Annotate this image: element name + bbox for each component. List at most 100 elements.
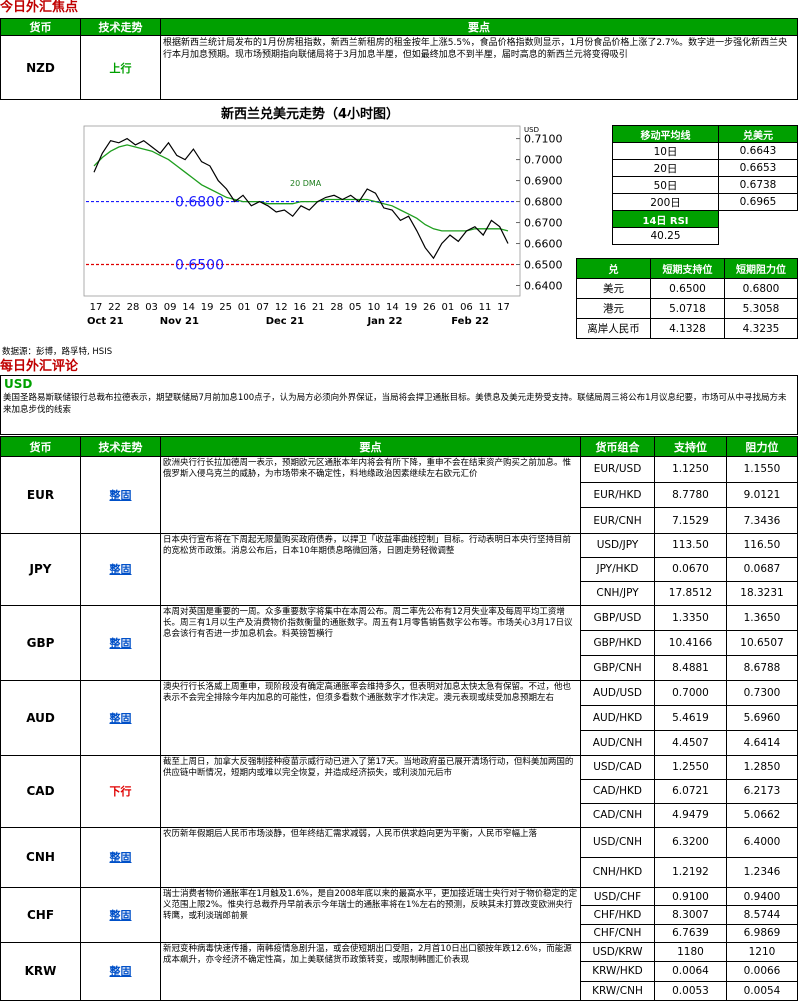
- resistance-cell: 8.5744: [726, 905, 798, 925]
- support-cell: 17.8512: [654, 580, 727, 606]
- pair-cell: GBP/CNH: [580, 654, 655, 681]
- currency-cell: AUD: [0, 679, 81, 756]
- pair-cell: CHF/CNH: [580, 923, 655, 943]
- sr-row-currency: 美元: [576, 278, 651, 299]
- x-month-label: Nov 21: [160, 316, 199, 327]
- y-tick-label: 0.6800: [524, 196, 563, 209]
- x-tick-label: 01: [442, 302, 455, 313]
- y-tick-label: 0.7000: [524, 154, 563, 167]
- x-tick-label: 05: [349, 302, 362, 313]
- currency-cell: KRW: [0, 941, 81, 1001]
- pair-cell: EUR/USD: [580, 456, 655, 483]
- trend-cell: 整固: [80, 679, 161, 756]
- comment-section-title: 每日外汇评论: [0, 359, 79, 374]
- resistance-cell: 8.6788: [726, 654, 798, 681]
- header-points: 要点: [160, 436, 581, 457]
- x-tick-label: 09: [164, 302, 177, 313]
- support-cell: 0.0670: [654, 556, 727, 582]
- support-cell: 8.3007: [654, 905, 727, 925]
- pair-cell: CAD/CNH: [580, 802, 655, 828]
- support-cell: 4.9479: [654, 802, 727, 828]
- x-month-label: Dec 21: [266, 316, 304, 327]
- support-cell: 10.4166: [654, 629, 727, 656]
- sr-row-support: 4.1328: [650, 318, 725, 339]
- table-row: CHF 整固 瑞士消费者物价通胀率在1月触及1.6%，是自2008年底以来的最高水平…: [0, 886, 798, 943]
- sr-header-vs: 兑: [576, 258, 651, 279]
- support-cell: 8.4881: [654, 654, 727, 681]
- resistance-cell: 116.50: [726, 532, 798, 558]
- usd-box: USD 美国圣路易斯联储银行总裁布拉德表示，期望联储局7月前加息100点子，认为…: [0, 375, 798, 435]
- support-cell: 1.1250: [654, 456, 727, 483]
- ma-row-value: 0.6965: [718, 193, 798, 211]
- y-tick-label: 0.6400: [524, 280, 563, 293]
- currency-cell: JPY: [0, 532, 81, 606]
- support-cell: 5.4619: [654, 704, 727, 731]
- pair-cell: AUD/CNH: [580, 729, 655, 756]
- resistance-cell: 7.3436: [726, 507, 798, 534]
- points-cell: 澳央行行长洛威上周重申，现阶段没有确定高通胀率会维持多久，但表明对加息太快太急有…: [160, 679, 581, 756]
- table-row: CAD 下行 截至上周日，加拿大反强制接种疫苗示威行动已进入了第17天。当地政府虽已…: [0, 754, 798, 828]
- ma-header-label: 移动平均线: [612, 125, 719, 143]
- chart-svg: 新西兰兑美元走势（4小时图） USD 0.71000.70000.69000.6…: [83, 106, 563, 327]
- x-tick-label: 16: [293, 302, 306, 313]
- pair-cell: GBP/HKD: [580, 629, 655, 656]
- x-tick-label: 21: [312, 302, 325, 313]
- rsi-value: 40.25: [612, 227, 719, 245]
- pair-cell: USD/JPY: [580, 532, 655, 558]
- x-month-label: Oct 21: [87, 316, 124, 327]
- support-cell: 4.4507: [654, 729, 727, 756]
- nzd-usd-chart: 新西兰兑美元走势（4小时图） USD 0.7100 0.7000 0.6900 0.6…: [80, 98, 580, 330]
- chart-source: 数据源：彭博，路孚特, HSIS: [2, 347, 113, 357]
- sr-header-support: 短期支持位: [650, 258, 725, 279]
- header-resistance: 阻力位: [726, 436, 798, 457]
- resistance-cell: 1.2850: [726, 754, 798, 780]
- resistance-cell: 5.0662: [726, 802, 798, 828]
- resistance-cell: 6.9869: [726, 923, 798, 943]
- resistance-cell: 9.0121: [726, 481, 798, 509]
- table-row: KRW 整固 新冠变种病毒快速传播，南韩疫情急剧升温，或会使短期出口受阻，2月首10…: [0, 941, 798, 1001]
- x-tick-label: 10: [367, 302, 380, 313]
- ma-row-value: 0.6738: [718, 176, 798, 194]
- x-tick-label: 28: [330, 302, 343, 313]
- resistance-cell: 1.3650: [726, 604, 798, 631]
- x-tick-label: 14: [386, 302, 399, 313]
- x-tick-label: 07: [256, 302, 269, 313]
- sr-header-resistance: 短期阻力位: [724, 258, 798, 279]
- table-row: GBP 整固 本周对英国是重要的一周。众多重要数字将集中在本周公布。周二率先公布有1…: [0, 604, 798, 681]
- moving-average-table: 移动平均线 兑美元 10日 0.6643 20日 0.6653 50日 0.6738 …: [612, 125, 798, 245]
- sr-row-currency: 港元: [576, 298, 651, 319]
- header-trend: 技术走势: [80, 18, 161, 36]
- header-currency: 货币: [0, 18, 81, 36]
- points-cell: 本周对英国是重要的一周。众多重要数字将集中在本周公布。周二率先公布有12月失业率…: [160, 604, 581, 681]
- resistance-cell: 0.0687: [726, 556, 798, 582]
- pair-cell: CNH/HKD: [580, 856, 655, 888]
- header-currency: 货币: [0, 436, 81, 457]
- x-tick-label: 17: [497, 302, 510, 313]
- ma-header-value: 兑美元: [718, 125, 798, 143]
- rsi-label: 14日 RSI: [612, 210, 719, 228]
- trend-cell: 整固: [80, 886, 161, 943]
- pair-cell: KRW/HKD: [580, 961, 655, 982]
- support-cell: 6.3200: [654, 826, 727, 858]
- table-row: EUR 整固 欧洲央行行长拉加德周一表示，预期欧元区通胀本年内将会有所下降，重申不会…: [0, 456, 798, 534]
- resistance-cell: 1210: [726, 941, 798, 963]
- x-tick-label: 25: [219, 302, 232, 313]
- sr-row-resistance: 4.3235: [724, 318, 798, 339]
- points-cell: 瑞士消费者物价通胀率在1月触及1.6%，是自2008年底以来的最高水平，更加接近…: [160, 886, 581, 943]
- x-month-label: Jan 22: [366, 316, 402, 327]
- focus-currency: NZD: [0, 35, 81, 100]
- x-tick-label: 22: [108, 302, 121, 313]
- support-line-label: 0.6500: [175, 258, 224, 274]
- ma-row-value: 0.6643: [718, 142, 798, 160]
- x-tick-label: 19: [405, 302, 418, 313]
- table-row: JPY 整固 日本央行宣布将在下周起无限量购买政府债券，以捍卫「收益率曲线控制」目标…: [0, 532, 798, 606]
- support-cell: 7.1529: [654, 507, 727, 534]
- resistance-cell: 1.2346: [726, 856, 798, 888]
- resistance-cell: 6.2173: [726, 778, 798, 804]
- pair-cell: KRW/CNH: [580, 980, 655, 1001]
- resistance-cell: 1.1550: [726, 456, 798, 483]
- points-cell: 新冠变种病毒快速传播，南韩疫情急剧升温，或会使短期出口受阻，2月首10日出口额按…: [160, 941, 581, 1001]
- ma-row-label: 50日: [612, 176, 719, 194]
- ma-row-label: 10日: [612, 142, 719, 160]
- pair-cell: CNH/JPY: [580, 580, 655, 606]
